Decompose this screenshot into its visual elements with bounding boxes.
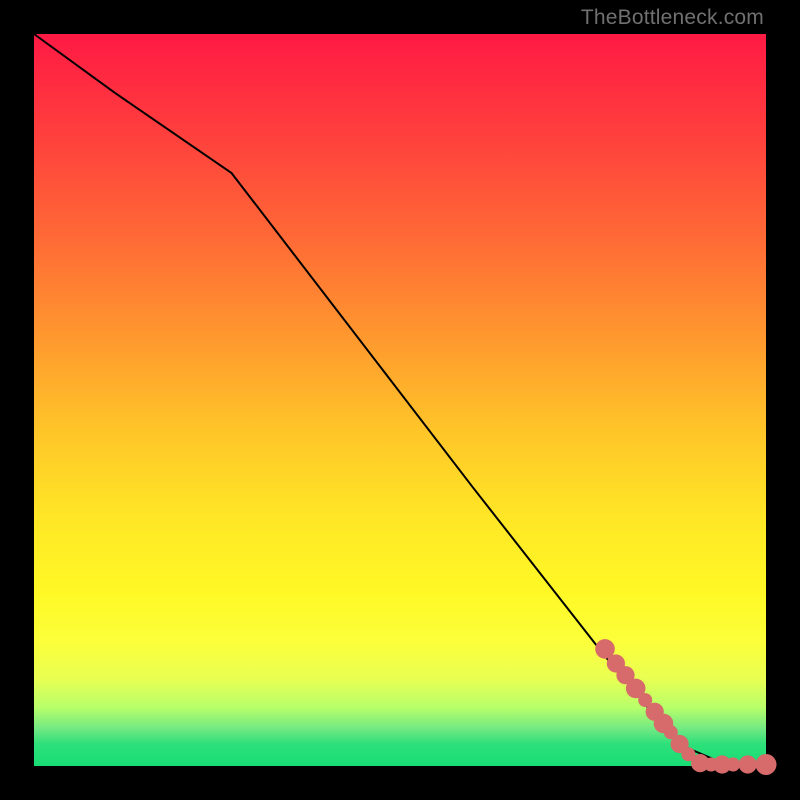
curve-markers <box>595 639 776 775</box>
chart-overlay <box>34 34 766 766</box>
data-marker <box>726 758 740 772</box>
data-marker <box>756 754 777 775</box>
data-marker <box>739 755 757 773</box>
chart-frame: TheBottleneck.com <box>0 0 800 800</box>
curve-line <box>34 34 766 766</box>
watermark-text: TheBottleneck.com <box>581 6 764 30</box>
